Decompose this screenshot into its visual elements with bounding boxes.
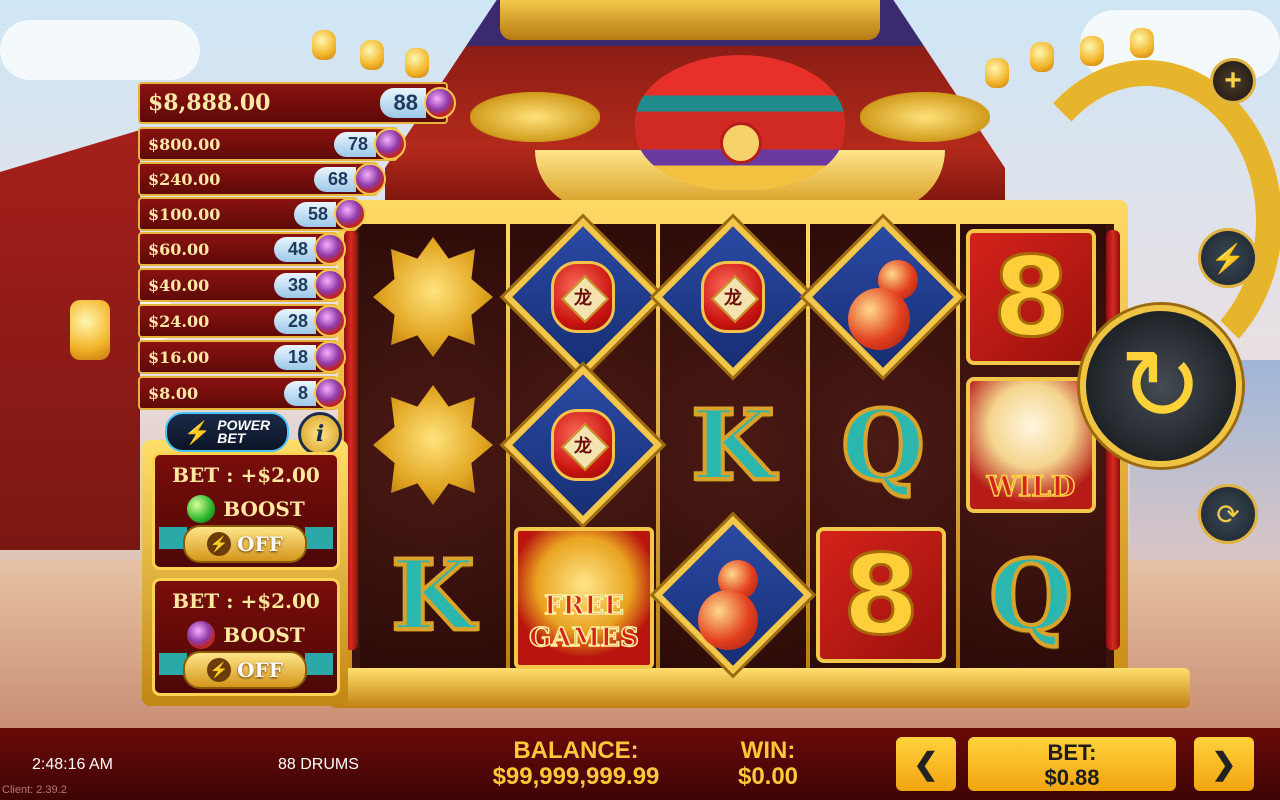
drum-icon bbox=[314, 269, 346, 301]
boost-label: BOOST bbox=[223, 623, 305, 647]
spin-button[interactable]: ↻ bbox=[1080, 305, 1242, 467]
symbol-q: Q bbox=[987, 537, 1075, 654]
symbol-wild: WILD bbox=[966, 377, 1096, 513]
power-bet-amount: BET : +$2.00 bbox=[172, 589, 320, 613]
boost-label: BOOST bbox=[223, 497, 305, 521]
symbol-lantern: 龙 bbox=[503, 365, 663, 525]
drum-icon bbox=[314, 305, 346, 337]
jackpot-drum-count: 58 bbox=[293, 201, 336, 227]
jackpot-drum-count: 8 bbox=[283, 380, 316, 406]
bet-button[interactable]: BET: $0.88 bbox=[968, 737, 1176, 791]
bet-label: BET: bbox=[1047, 740, 1097, 765]
win-label: WIN: bbox=[740, 737, 796, 764]
jackpot-amount: $100.00 bbox=[148, 204, 221, 224]
jackpot-drum-count: 38 bbox=[273, 272, 316, 298]
jackpot-amount: $800.00 bbox=[148, 134, 221, 154]
symbol-k: K bbox=[389, 537, 476, 654]
jackpot-amount: $24.00 bbox=[148, 311, 210, 331]
drum-icon bbox=[187, 621, 216, 649]
small-dragon-right bbox=[860, 92, 990, 142]
symbol-k: K bbox=[689, 387, 776, 504]
symbol-gourd bbox=[803, 217, 963, 377]
symbol-eight: 8 bbox=[966, 229, 1096, 365]
bet-decrease-button[interactable]: ❮ bbox=[896, 737, 956, 791]
boost-toggle-button[interactable]: ⚡ OFF bbox=[183, 525, 307, 563]
lightning-icon: ⚡ bbox=[183, 419, 212, 445]
info-icon: i bbox=[315, 421, 325, 447]
autoplay-icon: ⟳ bbox=[1216, 498, 1240, 530]
lightning-icon: ⚡ bbox=[207, 532, 232, 556]
win-value: $0.00 bbox=[737, 763, 799, 790]
jackpot-row: $60.00 48 bbox=[138, 232, 346, 266]
drum-icon bbox=[334, 198, 366, 230]
bet-value: $0.88 bbox=[1044, 765, 1100, 790]
drum-icon bbox=[424, 87, 456, 119]
power-bet-logo: ⚡ POWER BET bbox=[165, 412, 289, 452]
power-bet-card: BET : +$2.00 BOOST ⚡ OFF bbox=[152, 452, 340, 570]
drum-emblem bbox=[720, 122, 762, 164]
jackpot-drum-count: 48 bbox=[273, 236, 316, 262]
jackpot-row: $100.00 58 bbox=[138, 197, 366, 231]
plus-icon: + bbox=[1224, 64, 1242, 97]
balance-value: $99,999,999.99 bbox=[492, 763, 660, 790]
chevron-left-icon: ❮ bbox=[913, 747, 939, 781]
jackpot-amount: $8.00 bbox=[148, 383, 199, 403]
symbol-gourd bbox=[653, 515, 813, 675]
symbol-tiger bbox=[368, 232, 498, 362]
autoplay-button[interactable]: ⟳ bbox=[1198, 484, 1258, 544]
drum-icon bbox=[314, 341, 346, 373]
boost-toggle-button[interactable]: ⚡ OFF bbox=[183, 651, 307, 689]
info-button[interactable]: i bbox=[298, 412, 342, 456]
jackpot-amount: $16.00 bbox=[148, 347, 210, 367]
jackpot-row: $8,888.00 88 bbox=[138, 82, 456, 124]
symbol-lantern: 龙 bbox=[653, 217, 813, 377]
reels-frame-base bbox=[330, 668, 1190, 708]
symbol-eight: 8 bbox=[816, 527, 946, 663]
chevron-right-icon: ❯ bbox=[1211, 747, 1237, 781]
jackpot-drum-count: 68 bbox=[313, 166, 356, 192]
temple-roof-top bbox=[500, 0, 880, 40]
jackpot-amount: $40.00 bbox=[148, 275, 210, 295]
drum-icon bbox=[314, 233, 346, 265]
jackpot-drum-count: 18 bbox=[273, 344, 316, 370]
speedometer-icon: ⚡ bbox=[1210, 242, 1246, 274]
symbol-tiger bbox=[368, 380, 498, 510]
symbol-lantern: 龙 bbox=[503, 217, 663, 377]
power-bet-amount: BET : +$2.00 bbox=[172, 463, 320, 487]
bet-increase-button[interactable]: ❯ bbox=[1194, 737, 1254, 791]
jackpot-amount: $60.00 bbox=[148, 239, 210, 259]
balance-label: BALANCE: bbox=[513, 737, 639, 764]
clock-time: 2:48:16 AM bbox=[32, 756, 113, 773]
jackpot-row: $8.00 8 bbox=[138, 376, 346, 410]
jackpot-drum-count: 28 bbox=[273, 308, 316, 334]
turbo-button[interactable]: ⚡ bbox=[1198, 228, 1258, 288]
jackpot-amount: $240.00 bbox=[148, 169, 221, 189]
jackpot-row: $240.00 68 bbox=[138, 162, 386, 196]
green-gem-icon bbox=[187, 495, 216, 523]
drum-icon bbox=[354, 163, 386, 195]
drum-icon bbox=[374, 128, 406, 160]
jackpot-row: $800.00 78 bbox=[138, 127, 406, 161]
symbol-q: Q bbox=[839, 387, 927, 504]
symbol-free-games: FREE GAMES bbox=[514, 527, 654, 669]
small-dragon-left bbox=[470, 92, 600, 142]
jackpot-row: $24.00 28 bbox=[138, 304, 346, 338]
drum-icon bbox=[314, 377, 346, 409]
lightning-icon: ⚡ bbox=[207, 658, 232, 682]
game-title: 88 DRUMS bbox=[278, 756, 359, 773]
power-bet-card: BET : +$2.00 BOOST ⚡ OFF bbox=[152, 578, 340, 696]
spin-arrow-icon: ↻ bbox=[1119, 330, 1203, 442]
plus-button[interactable]: + bbox=[1210, 58, 1256, 104]
jackpot-row: $16.00 18 bbox=[138, 340, 346, 374]
jackpot-drum-count: 78 bbox=[333, 131, 376, 157]
jackpot-row: $40.00 38 bbox=[138, 268, 346, 302]
jackpot-amount: $8,888.00 bbox=[148, 90, 271, 116]
client-version: Client: 2.39.2 bbox=[2, 784, 67, 796]
jackpot-drum-count: 88 bbox=[379, 88, 426, 118]
